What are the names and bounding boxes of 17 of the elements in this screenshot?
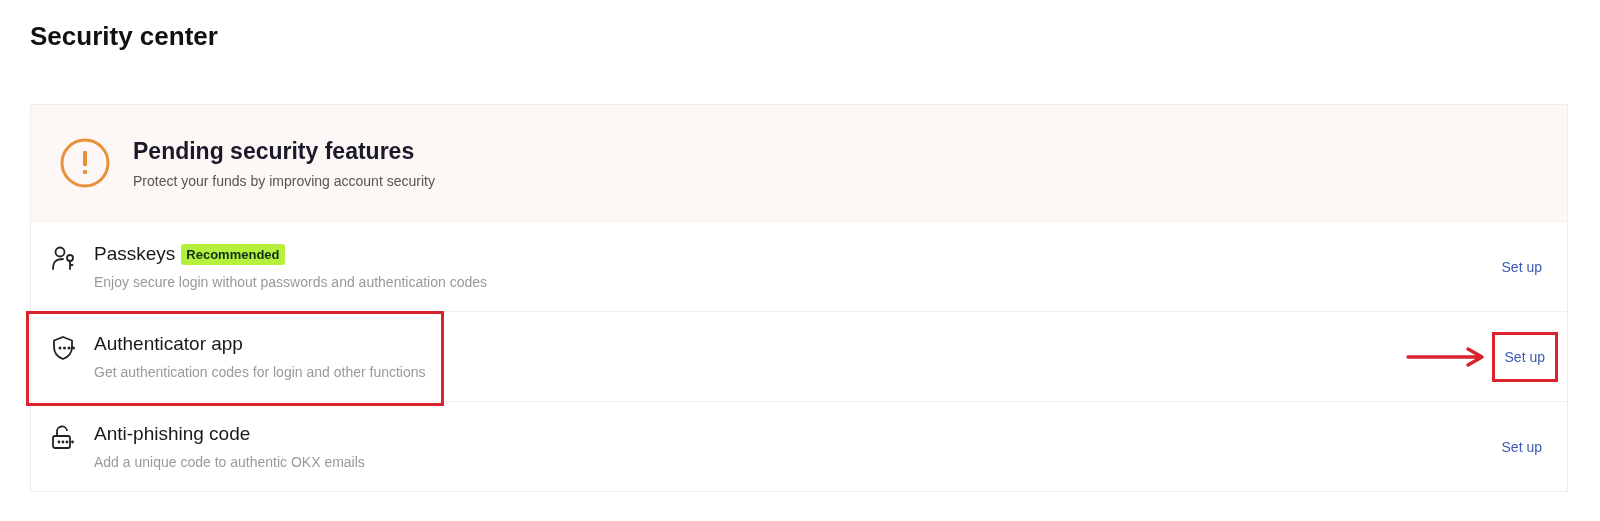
pending-title: Pending security features	[133, 137, 416, 165]
feature-title: Passkeys	[94, 243, 176, 265]
feature-description: Enjoy secure login without passwords and authentication codes	[94, 274, 488, 290]
feature-title: Authenticator app	[94, 333, 243, 355]
set-up-link[interactable]: Set up	[1491, 331, 1558, 382]
page-title: Security center	[30, 20, 219, 53]
pending-subtitle: Protect your funds by improving account security	[133, 172, 435, 189]
feature-description: Add a unique code to authentic OKX emails	[94, 454, 365, 470]
lock-icon	[51, 425, 77, 451]
feature-title: Anti-phishing code	[94, 423, 251, 445]
shield-icon	[51, 335, 77, 361]
set-up-link[interactable]: Set up	[1488, 241, 1555, 292]
person-key-icon	[51, 245, 77, 271]
set-up-link[interactable]: Set up	[1488, 421, 1555, 472]
warning-icon	[59, 137, 111, 189]
feature-description: Get authentication codes for login and other functions	[94, 364, 426, 380]
recommended-badge: Recommended	[181, 243, 285, 265]
